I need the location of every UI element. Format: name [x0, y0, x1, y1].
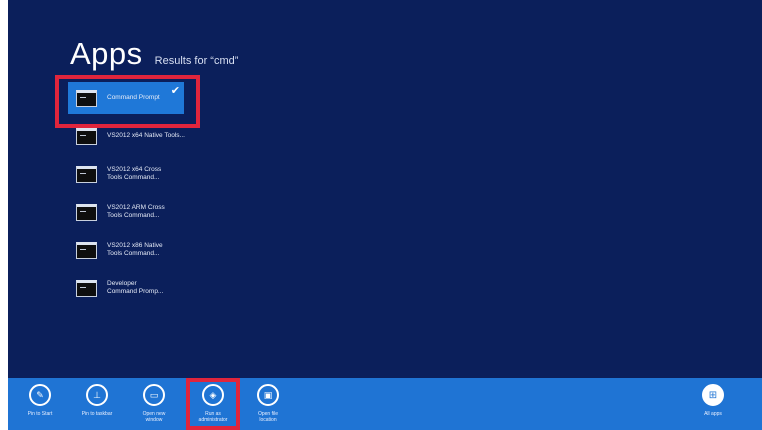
pin-to-start-button[interactable]: ✎ Pin to Start — [15, 384, 65, 417]
app-bar: ✎ Pin to Start ⊥ Pin to taskbar ▭ Open n… — [8, 378, 762, 430]
search-results-list: Command Prompt ✔ VS2012 x64 Native Tools… — [68, 82, 188, 310]
result-label: Command Prompt — [107, 94, 160, 101]
page-title: Apps — [70, 36, 143, 71]
button-label: Run as administrator — [198, 411, 228, 423]
console-icon — [76, 127, 97, 145]
all-apps-button[interactable]: ⊞ All apps — [688, 384, 738, 417]
console-icon — [76, 241, 97, 259]
open-file-location-button[interactable]: ▣ Open file location — [243, 384, 293, 423]
pin-to-taskbar-button[interactable]: ⊥ Pin to taskbar — [72, 384, 122, 417]
console-icon — [76, 279, 97, 297]
all-apps-icon: ⊞ — [702, 384, 724, 406]
button-label: All apps — [704, 411, 722, 417]
button-label: Open file location — [257, 411, 278, 423]
open-new-window-button[interactable]: ▭ Open new window — [129, 384, 179, 423]
taskbar-icon: ⊥ — [86, 384, 108, 406]
result-label: VS2012 x64 Native Tools... — [107, 132, 185, 139]
result-item-developer-command-prompt[interactable]: Developer Command Promp... — [68, 272, 188, 304]
result-label: VS2012 x86 Native Tools Command... — [107, 242, 163, 257]
console-icon — [76, 165, 97, 183]
shield-icon: ◈ — [202, 384, 224, 406]
pin-icon: ✎ — [29, 384, 51, 406]
result-item-vs2012-x64-native[interactable]: VS2012 x64 Native Tools... — [68, 120, 188, 152]
run-as-administrator-button[interactable]: ◈ Run as administrator — [188, 384, 238, 423]
result-item-vs2012-x86-native[interactable]: VS2012 x86 Native Tools Command... — [68, 234, 188, 266]
console-icon — [76, 203, 97, 221]
button-label: Pin to taskbar — [81, 411, 113, 417]
button-label: Pin to Start — [27, 411, 53, 417]
new-window-icon: ▭ — [143, 384, 165, 406]
search-results-subtitle: Results for “cmd” — [154, 55, 239, 67]
result-item-vs2012-arm-cross[interactable]: VS2012 ARM Cross Tools Command... — [68, 196, 188, 228]
checkmark-icon: ✔ — [170, 85, 180, 97]
start-screen: Apps Results for “cmd” Command Prompt ✔ … — [8, 0, 762, 430]
console-icon — [76, 89, 97, 107]
result-item-command-prompt[interactable]: Command Prompt ✔ — [68, 82, 184, 114]
folder-icon: ▣ — [257, 384, 279, 406]
result-label: VS2012 x64 Cross Tools Command... — [107, 166, 162, 181]
search-heading: Apps Results for “cmd” — [70, 36, 238, 72]
result-item-vs2012-x64-cross[interactable]: VS2012 x64 Cross Tools Command... — [68, 158, 188, 190]
button-label: Open new window — [142, 411, 166, 423]
result-label: Developer Command Promp... — [107, 280, 164, 295]
result-label: VS2012 ARM Cross Tools Command... — [107, 204, 165, 219]
